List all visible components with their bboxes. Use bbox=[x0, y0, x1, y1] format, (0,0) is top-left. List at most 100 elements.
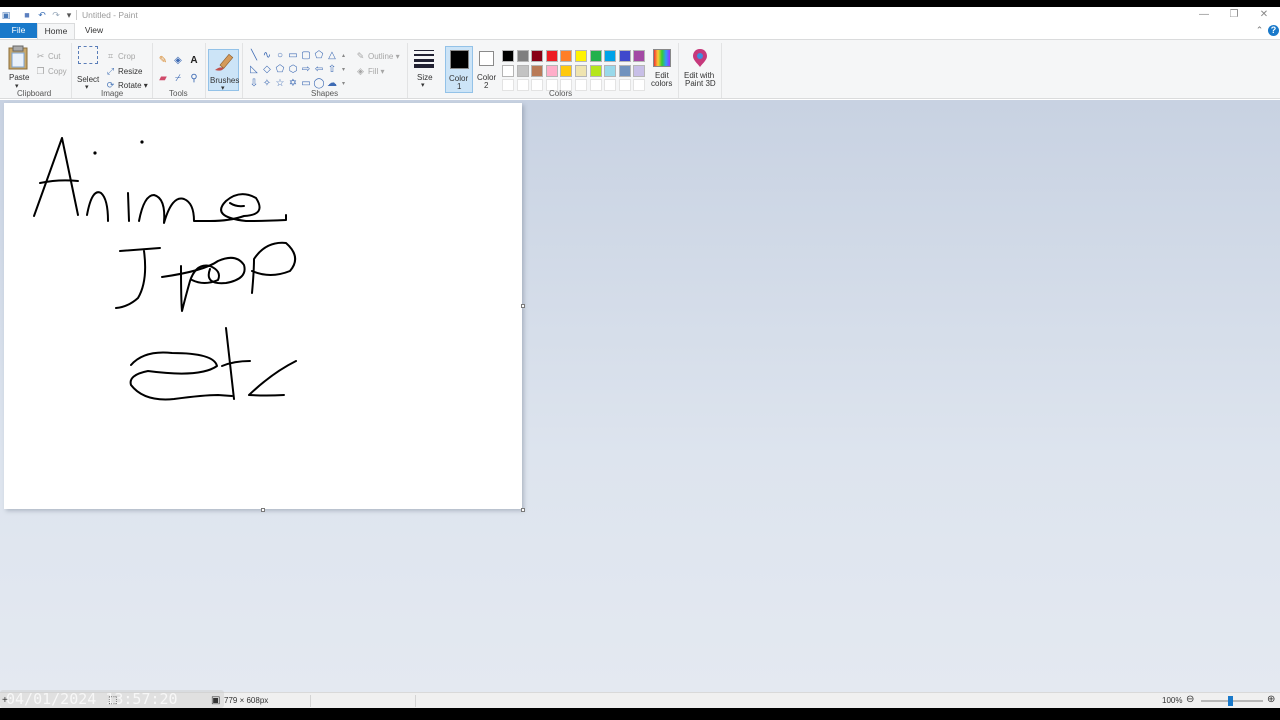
shapes-scroll-up-icon[interactable]: ▴ bbox=[342, 52, 345, 59]
tab-home[interactable]: Home bbox=[37, 23, 75, 39]
shapes-group-label: Shapes bbox=[311, 89, 339, 98]
resize-button[interactable]: ⤢ Resize bbox=[105, 65, 143, 78]
undo-icon[interactable]: ↶ bbox=[37, 10, 47, 20]
magnifier-icon[interactable]: ⚲ bbox=[188, 73, 200, 85]
five-point-star-shape-icon[interactable]: ☆ bbox=[274, 78, 286, 90]
line-shape-icon[interactable]: ╲ bbox=[248, 50, 260, 62]
canvas-resize-handle-corner[interactable] bbox=[521, 508, 525, 512]
help-icon[interactable]: ? bbox=[1268, 25, 1279, 36]
tab-view[interactable]: View bbox=[78, 23, 110, 38]
pentagon-shape-icon[interactable]: ⬠ bbox=[274, 64, 286, 76]
zoom-in-button[interactable]: ⊕ bbox=[1267, 694, 1275, 705]
fill-button[interactable]: ◈ Fill ▾ bbox=[355, 65, 384, 78]
down-arrow-shape-icon[interactable]: ⇩ bbox=[248, 78, 260, 90]
zoom-slider-thumb[interactable] bbox=[1228, 696, 1233, 706]
clipboard-icon bbox=[8, 45, 28, 70]
status-bar: 04/01/2024 13:57:20 + ⬚ ▣ 779 × 608px 10… bbox=[0, 690, 1280, 708]
palette-swatch[interactable] bbox=[560, 64, 573, 77]
polygon-shape-icon[interactable]: ⬠ bbox=[313, 50, 325, 62]
outline-icon: ✎ bbox=[356, 51, 365, 61]
color2-button[interactable]: Color 2 bbox=[474, 46, 500, 93]
save-icon[interactable]: ■ bbox=[22, 10, 32, 20]
edit-with-paint3d-button[interactable]: Edit with Paint 3D bbox=[682, 46, 718, 92]
size-button[interactable]: Size ▾ bbox=[411, 46, 437, 90]
palette-swatch[interactable] bbox=[604, 50, 617, 62]
outline-button[interactable]: ✎ Outline ▾ bbox=[355, 50, 400, 63]
palette-swatch[interactable] bbox=[633, 64, 646, 77]
canvas-resize-handle-right[interactable] bbox=[521, 304, 525, 308]
palette-swatch[interactable] bbox=[516, 79, 529, 91]
customize-toolbar-icon[interactable]: ▾ bbox=[64, 10, 74, 20]
palette-swatch[interactable] bbox=[502, 50, 514, 62]
cut-button[interactable]: ✂ Cut bbox=[35, 50, 61, 63]
color1-swatch bbox=[450, 50, 469, 69]
triangle-shape-icon[interactable]: △ bbox=[326, 50, 338, 62]
workspace bbox=[0, 100, 1280, 692]
palette-swatch[interactable] bbox=[618, 64, 631, 77]
palette-swatch[interactable] bbox=[531, 50, 544, 62]
copy-button[interactable]: ❐ Copy bbox=[35, 65, 66, 78]
canvas-size-text: 779 × 608px bbox=[224, 696, 269, 705]
four-point-star-shape-icon[interactable]: ✧ bbox=[261, 78, 273, 90]
collapse-ribbon-icon[interactable]: ⌃ bbox=[1254, 25, 1265, 36]
right-triangle-shape-icon[interactable]: ◺ bbox=[248, 64, 260, 76]
palette-swatch[interactable] bbox=[589, 50, 602, 62]
left-arrow-shape-icon[interactable]: ⇦ bbox=[313, 64, 325, 76]
palette-swatch[interactable] bbox=[502, 64, 514, 77]
hexagon-shape-icon[interactable]: ⬡ bbox=[287, 64, 299, 76]
palette-swatch[interactable] bbox=[575, 50, 587, 62]
curve-shape-icon[interactable]: ∿ bbox=[261, 50, 273, 62]
palette-swatch[interactable] bbox=[516, 50, 529, 62]
restore-button[interactable]: ❐ bbox=[1219, 8, 1249, 22]
six-point-star-shape-icon[interactable]: ✡ bbox=[287, 78, 299, 90]
palette-swatch[interactable] bbox=[575, 64, 587, 77]
close-button[interactable]: ✕ bbox=[1249, 8, 1279, 22]
handwritten-drawing bbox=[33, 137, 297, 401]
paste-button[interactable]: Paste ▾ bbox=[6, 42, 30, 90]
palette-swatch[interactable] bbox=[545, 50, 558, 62]
oval-shape-icon[interactable]: ○ bbox=[274, 50, 286, 62]
rectangle-shape-icon[interactable]: ▭ bbox=[287, 50, 299, 62]
crop-button[interactable]: ⌗ Crop bbox=[105, 50, 135, 63]
fill-icon: ◈ bbox=[357, 66, 364, 76]
minimize-button[interactable]: — bbox=[1189, 8, 1219, 22]
palette-swatch[interactable] bbox=[589, 79, 602, 91]
select-button[interactable]: Select ▾ bbox=[76, 42, 100, 91]
text-tool-icon[interactable]: A bbox=[188, 55, 200, 67]
tab-file[interactable]: File bbox=[0, 23, 37, 38]
redo-icon[interactable]: ↷ bbox=[51, 10, 61, 20]
eraser-icon[interactable]: ▰ bbox=[157, 73, 169, 85]
palette-swatch[interactable] bbox=[604, 79, 617, 91]
palette-swatch[interactable] bbox=[633, 79, 646, 91]
up-arrow-shape-icon[interactable]: ⇧ bbox=[326, 64, 338, 76]
canvas-resize-handle-bottom[interactable] bbox=[261, 508, 265, 512]
fill-bucket-icon[interactable]: ◈ bbox=[172, 55, 184, 67]
selection-size-icon: ⬚ bbox=[108, 695, 118, 706]
brushes-button[interactable]: Brushes ▾ bbox=[208, 49, 239, 92]
palette-swatch[interactable] bbox=[604, 64, 617, 77]
pencil-icon[interactable]: ✎ bbox=[157, 55, 169, 67]
palette-swatch[interactable] bbox=[633, 50, 646, 62]
diamond-shape-icon[interactable]: ◇ bbox=[261, 64, 273, 76]
palette-swatch[interactable] bbox=[502, 79, 514, 91]
color-picker-icon[interactable]: ⌿ bbox=[172, 73, 184, 85]
right-arrow-shape-icon[interactable]: ⇨ bbox=[300, 64, 312, 76]
palette-swatch[interactable] bbox=[531, 79, 544, 91]
edit-colors-button[interactable]: Edit colors bbox=[650, 46, 674, 92]
color1-button[interactable]: Color 1 bbox=[445, 46, 473, 93]
palette-swatch[interactable] bbox=[575, 79, 587, 91]
zoom-out-button[interactable]: ⊖ bbox=[1186, 694, 1194, 705]
palette-swatch[interactable] bbox=[531, 64, 544, 77]
shapes-scroll-down-icon[interactable]: ▾ bbox=[342, 66, 345, 73]
palette-swatch[interactable] bbox=[545, 64, 558, 77]
palette-swatch[interactable] bbox=[560, 50, 573, 62]
palette-swatch[interactable] bbox=[618, 79, 631, 91]
rounded-rectangle-shape-icon[interactable]: ▢ bbox=[300, 50, 312, 62]
tools-group-label: Tools bbox=[169, 89, 188, 98]
palette-swatch[interactable] bbox=[618, 50, 631, 62]
paste-label: Paste bbox=[9, 73, 30, 82]
palette-swatch[interactable] bbox=[516, 64, 529, 77]
drawing-canvas[interactable] bbox=[4, 103, 522, 509]
palette-swatch[interactable] bbox=[589, 64, 602, 77]
shapes-expand-icon[interactable]: ▾ bbox=[342, 80, 345, 87]
